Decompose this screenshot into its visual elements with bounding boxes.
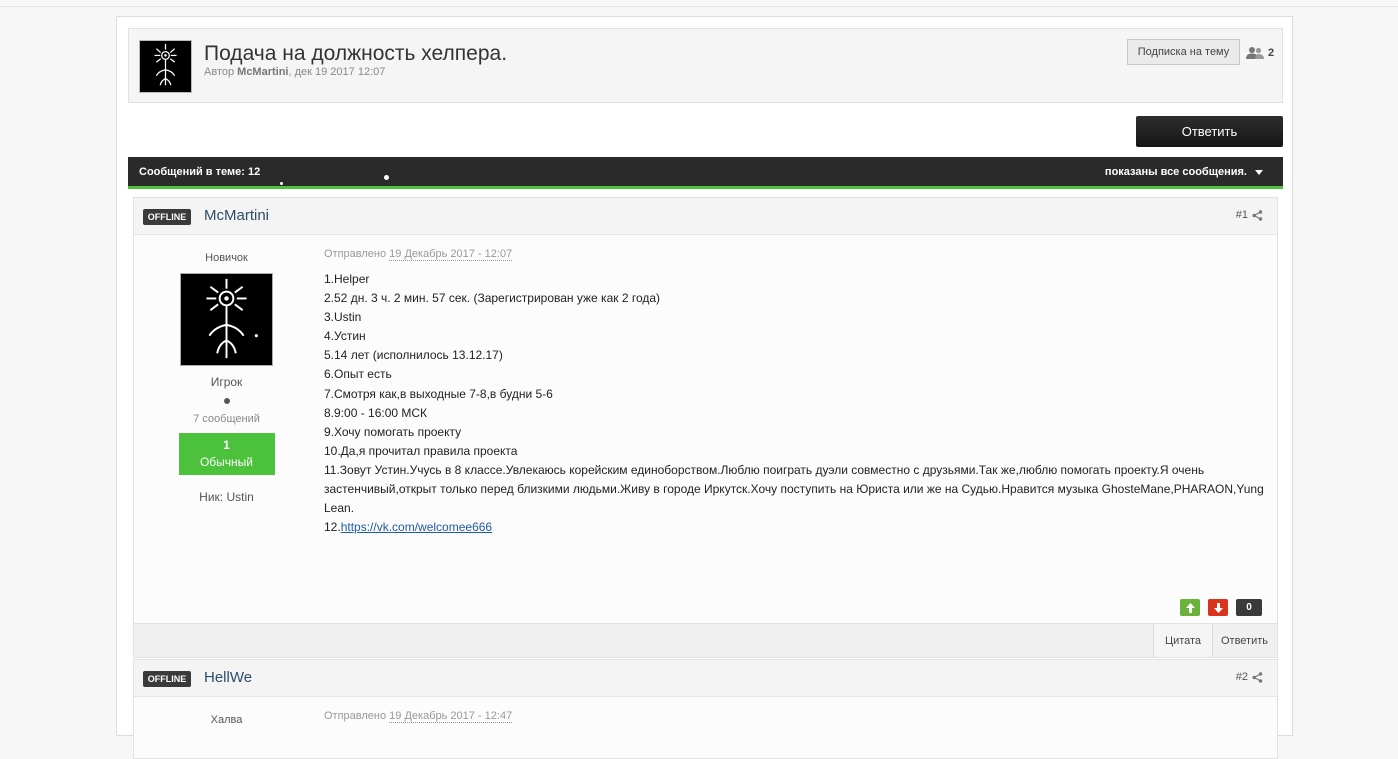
post-text: 1.Helper 2.52 дн. 3 ч. 2 мин. 57 сек. (З… bbox=[324, 270, 1269, 537]
reply-post-button[interactable]: Ответить bbox=[1212, 624, 1277, 657]
posts-count-bar: Сообщений в теме: 12 показаны все сообще… bbox=[128, 157, 1283, 189]
post-controls: Цитата Ответить bbox=[134, 623, 1277, 657]
post-number: #1 bbox=[1235, 209, 1248, 221]
vote-up-icon bbox=[1185, 602, 1195, 613]
post-date: Отправлено 19 Декабрь 2017 - 12:07 bbox=[324, 248, 1269, 261]
post-line: 11.Зовут Устин.Учусь в 8 классе.Увлекаюс… bbox=[324, 462, 1264, 516]
post-line: 9.Хочу помогать проекту bbox=[324, 424, 462, 439]
topic-container: Подача на должность хелпера. Автор McMar… bbox=[116, 16, 1293, 759]
post-line: 10.Да,я прочитал правила проекта bbox=[324, 443, 518, 458]
link-prefix: 12. bbox=[324, 520, 341, 535]
members-icon bbox=[1246, 47, 1264, 59]
post-author-link[interactable]: McMartini bbox=[204, 207, 269, 224]
post-2: OFFLINE HellWe #2 Халва Отправлено 19 Де… bbox=[133, 659, 1278, 759]
reputation-label: Обычный bbox=[199, 455, 254, 469]
reputation-badge: 1 Обычный bbox=[178, 433, 275, 475]
decor-dot bbox=[384, 175, 389, 180]
posted-date: 19 Декабрь 2017 - 12:07 bbox=[389, 248, 513, 261]
post-filter-label: показаны все сообщения. bbox=[1104, 166, 1247, 178]
byline-author-link[interactable]: McMartini bbox=[237, 66, 288, 78]
followers-number: 2 bbox=[1268, 47, 1275, 59]
topic-title: Подача на должность хелпера. bbox=[204, 42, 508, 65]
chevron-down-icon bbox=[1255, 169, 1263, 175]
post-line: 3.Ustin bbox=[324, 310, 362, 325]
member-nick: Ник: Ustin bbox=[199, 490, 254, 504]
post-date: Отправлено 19 Декабрь 2017 - 12:47 bbox=[324, 710, 1269, 723]
post-permalink[interactable]: #2 bbox=[1236, 671, 1263, 683]
post-body: Отправлено 19 Декабрь 2017 - 12:07 1.Hel… bbox=[324, 248, 1269, 537]
post-filter-dropdown[interactable]: показаны все сообщения. bbox=[1105, 166, 1263, 178]
post-line: 8.9:00 - 16:00 МСК bbox=[324, 405, 428, 420]
member-post-count: 7 сообщений bbox=[193, 413, 260, 425]
byline-date: , дек 19 2017 12:07 bbox=[288, 66, 386, 78]
post-header: OFFLINE HellWe #2 bbox=[134, 660, 1277, 697]
share-icon bbox=[1252, 209, 1263, 221]
follow-topic-button[interactable]: Подписка на тему bbox=[1127, 39, 1240, 65]
post-line: 1.Helper bbox=[324, 272, 370, 286]
decor-dot bbox=[280, 182, 283, 185]
messages-count: Сообщений в теме: 12 bbox=[139, 166, 261, 178]
post-1: OFFLINE McMartini #1 Новичок Игрок 7 соо… bbox=[133, 197, 1278, 658]
vote-down-button[interactable] bbox=[1208, 599, 1228, 616]
member-avatar[interactable] bbox=[180, 273, 273, 366]
post-line-link: 12.https://vk.com/welcomee666 bbox=[324, 518, 1269, 537]
post-header: OFFLINE McMartini #1 bbox=[134, 198, 1277, 235]
post-line: 2.52 дн. 3 ч. 2 мин. 57 сек. (Зарегистри… bbox=[324, 291, 661, 306]
post-number: #2 bbox=[1235, 671, 1248, 683]
post-author-link[interactable]: HellWe bbox=[204, 669, 252, 686]
post-line: 4.Устин bbox=[324, 329, 366, 344]
topic-byline: Автор McMartini, дек 19 2017 12:07 bbox=[204, 66, 385, 78]
posted-prefix: Отправлено bbox=[324, 710, 387, 722]
reply-topic-button[interactable]: Ответить bbox=[1136, 116, 1283, 147]
post-reputation-count: 0 bbox=[1236, 599, 1262, 616]
post-line: 5.14 лет (исполнилось 13.12.17) bbox=[324, 348, 503, 363]
topic-author-avatar[interactable] bbox=[139, 40, 192, 93]
sigil-image bbox=[181, 274, 272, 365]
topic-header: Подача на должность хелпера. Автор McMar… bbox=[128, 28, 1283, 103]
vote-up-button[interactable] bbox=[1180, 599, 1200, 616]
posted-date: 19 Декабрь 2017 - 12:47 bbox=[389, 710, 513, 723]
member-group: Игрок bbox=[210, 375, 243, 389]
vk-profile-link[interactable]: https://vk.com/welcomee666 bbox=[341, 520, 492, 534]
share-icon bbox=[1252, 671, 1263, 683]
status-badge: OFFLINE bbox=[143, 209, 191, 225]
author-info: Халва bbox=[134, 696, 319, 726]
followers-count[interactable]: 2 bbox=[1246, 46, 1274, 60]
sigil-image bbox=[140, 41, 191, 92]
vote-down-icon bbox=[1213, 602, 1223, 613]
post-body: Отправлено 19 Декабрь 2017 - 12:47 bbox=[324, 710, 1269, 723]
posted-prefix: Отправлено bbox=[324, 248, 387, 260]
reputation-value: 1 bbox=[223, 438, 230, 452]
byline-prefix: Автор bbox=[204, 66, 235, 78]
post-permalink[interactable]: #1 bbox=[1236, 209, 1263, 221]
author-info: Новичок Игрок 7 сообщений 1 Обычный Ник:… bbox=[134, 234, 319, 504]
post-line: 7.Смотря как,в выходные 7-8,в будни 5-6 bbox=[324, 386, 553, 401]
status-badge: OFFLINE bbox=[143, 671, 191, 687]
post-line: 6.Опыт есть bbox=[324, 367, 392, 382]
quote-button[interactable]: Цитата bbox=[1153, 624, 1213, 657]
member-title: Халва bbox=[210, 714, 243, 726]
rank-pip-icon bbox=[223, 398, 230, 404]
member-title: Новичок bbox=[205, 252, 248, 264]
top-divider bbox=[0, 6, 1398, 7]
